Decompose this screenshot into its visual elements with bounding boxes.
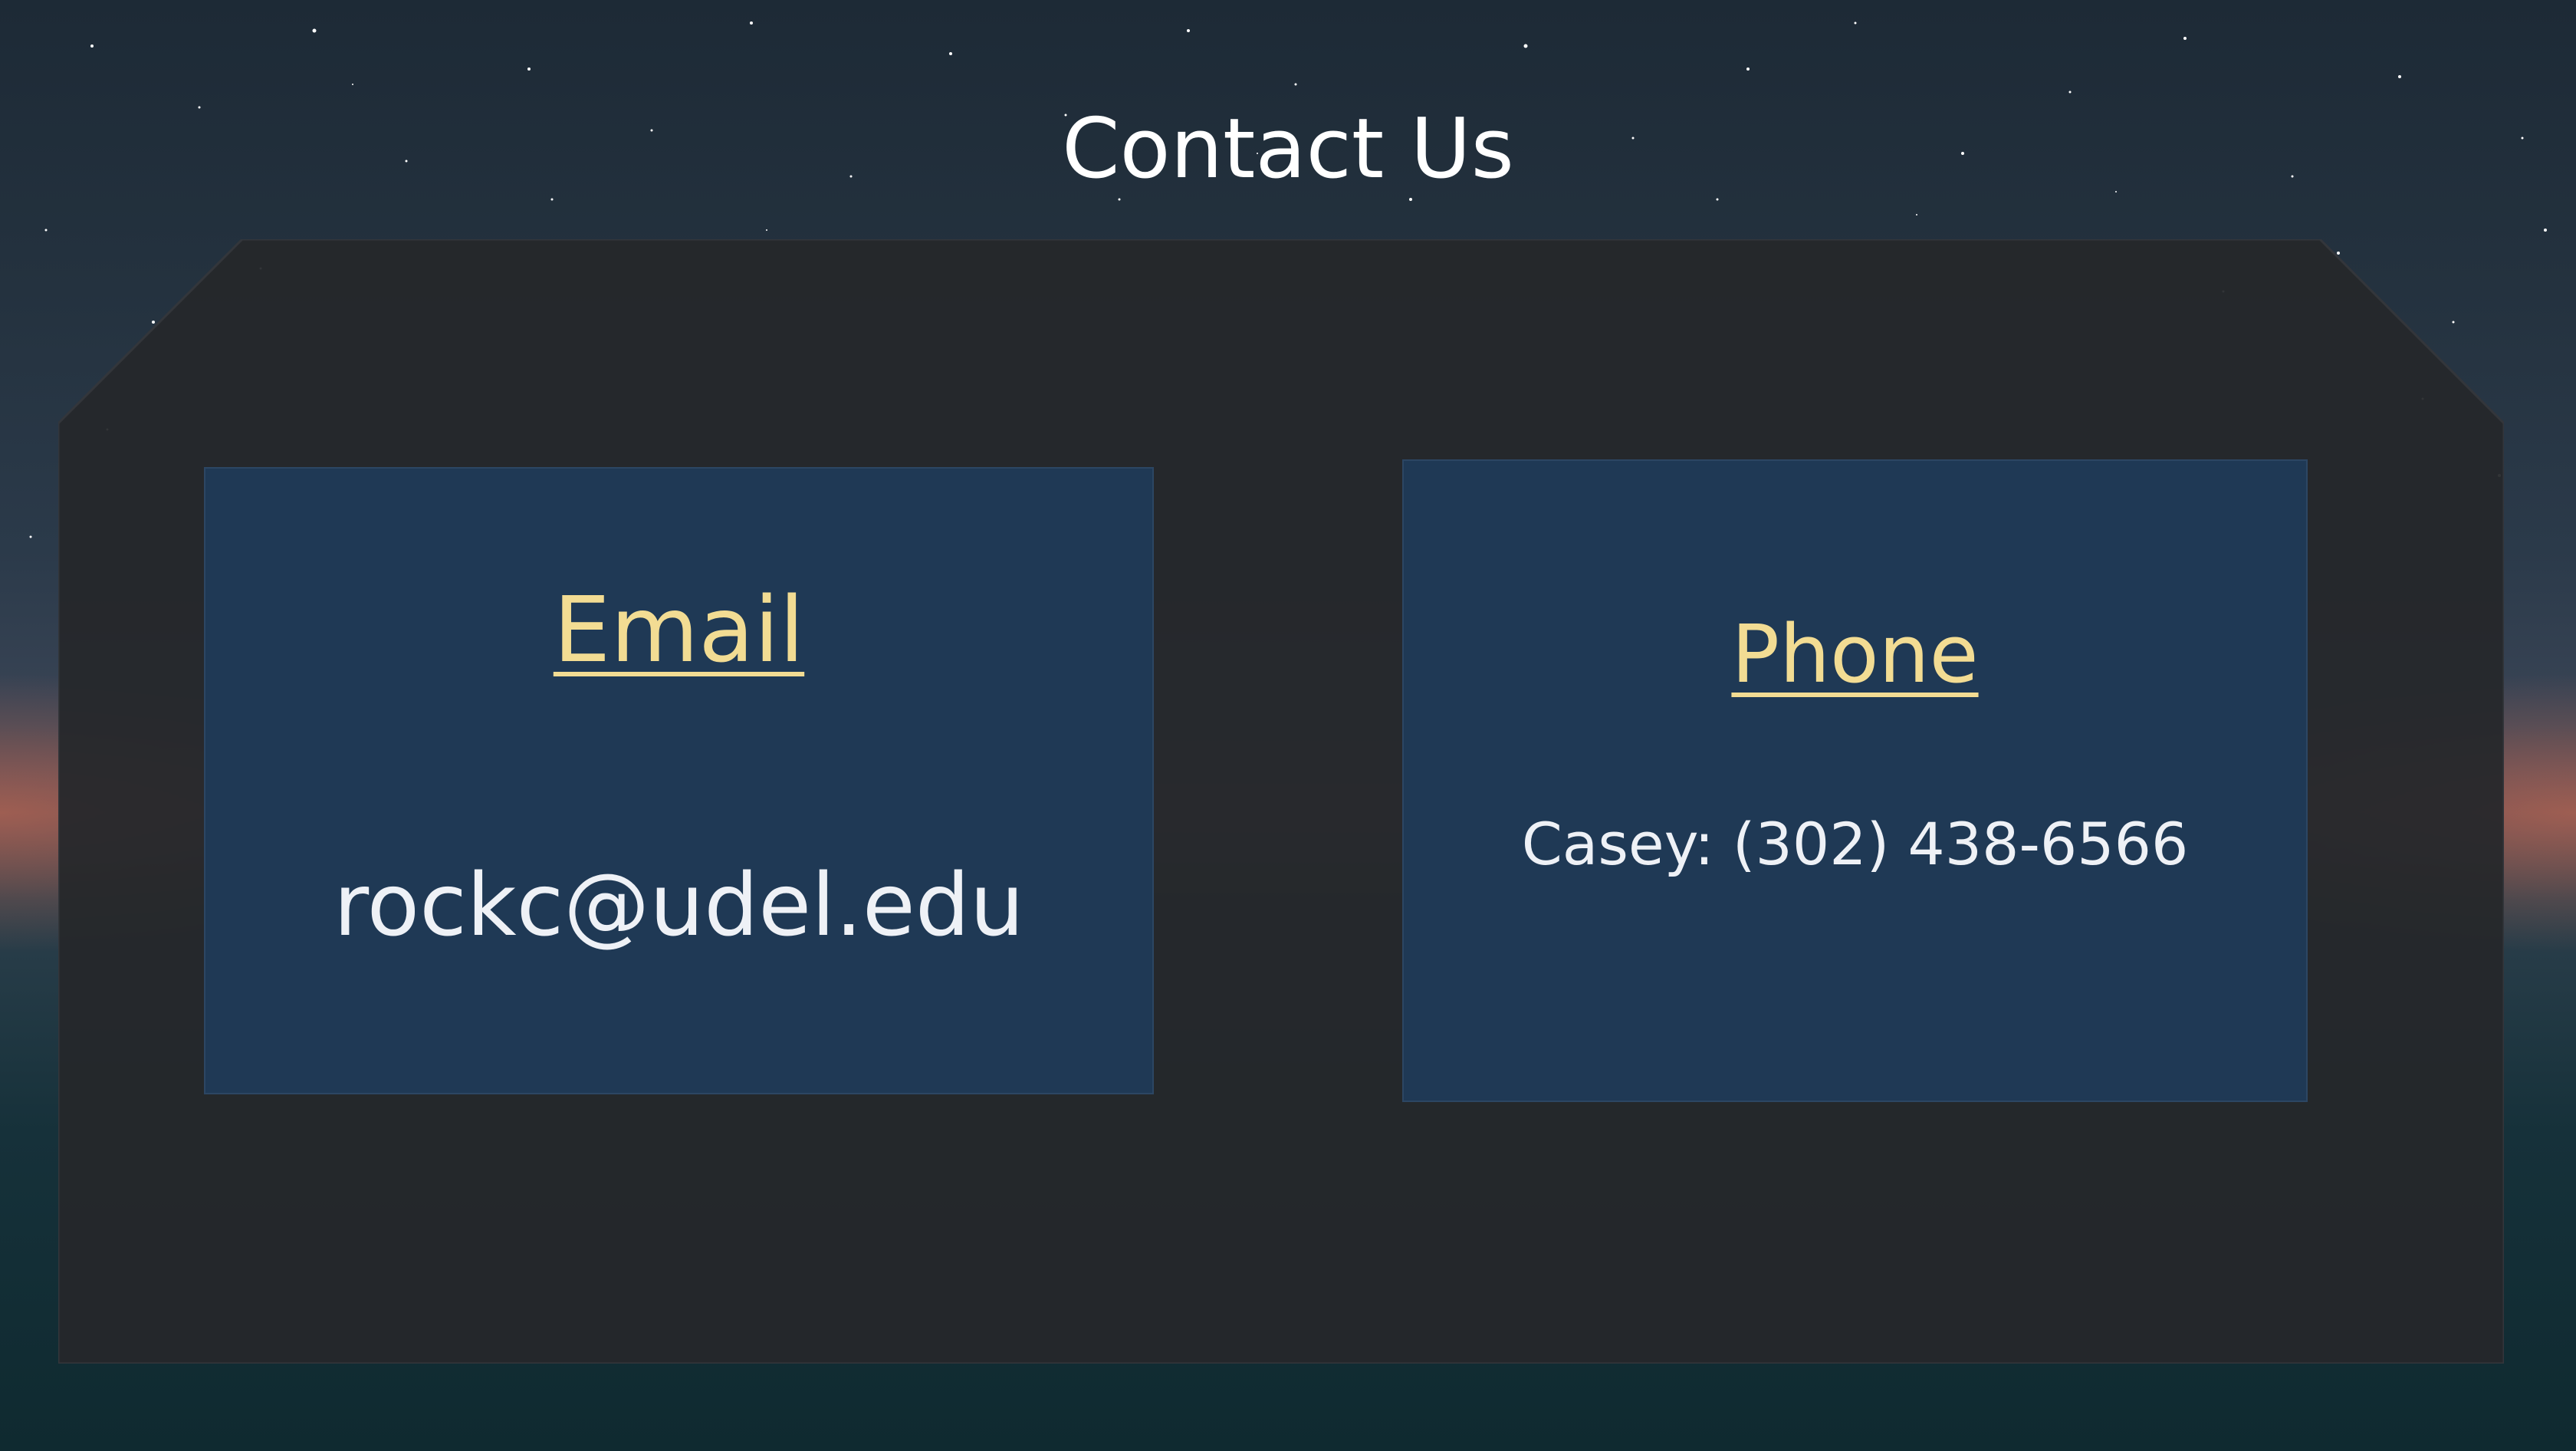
slide-title: Contact Us xyxy=(1062,101,1514,197)
phone-card: Phone Casey: (302) 438-6566 xyxy=(1402,459,2308,1102)
email-heading: Email xyxy=(553,577,805,683)
email-card: Email rockc@udel.edu xyxy=(204,467,1154,1094)
slide: Contact Us Email rockc@udel.edu Phone Ca… xyxy=(0,0,2576,1451)
email-address[interactable]: rockc@udel.edu xyxy=(205,852,1152,959)
phone-contact[interactable]: Casey: (302) 438-6566 xyxy=(1404,806,2306,883)
phone-heading: Phone xyxy=(1731,607,1979,701)
